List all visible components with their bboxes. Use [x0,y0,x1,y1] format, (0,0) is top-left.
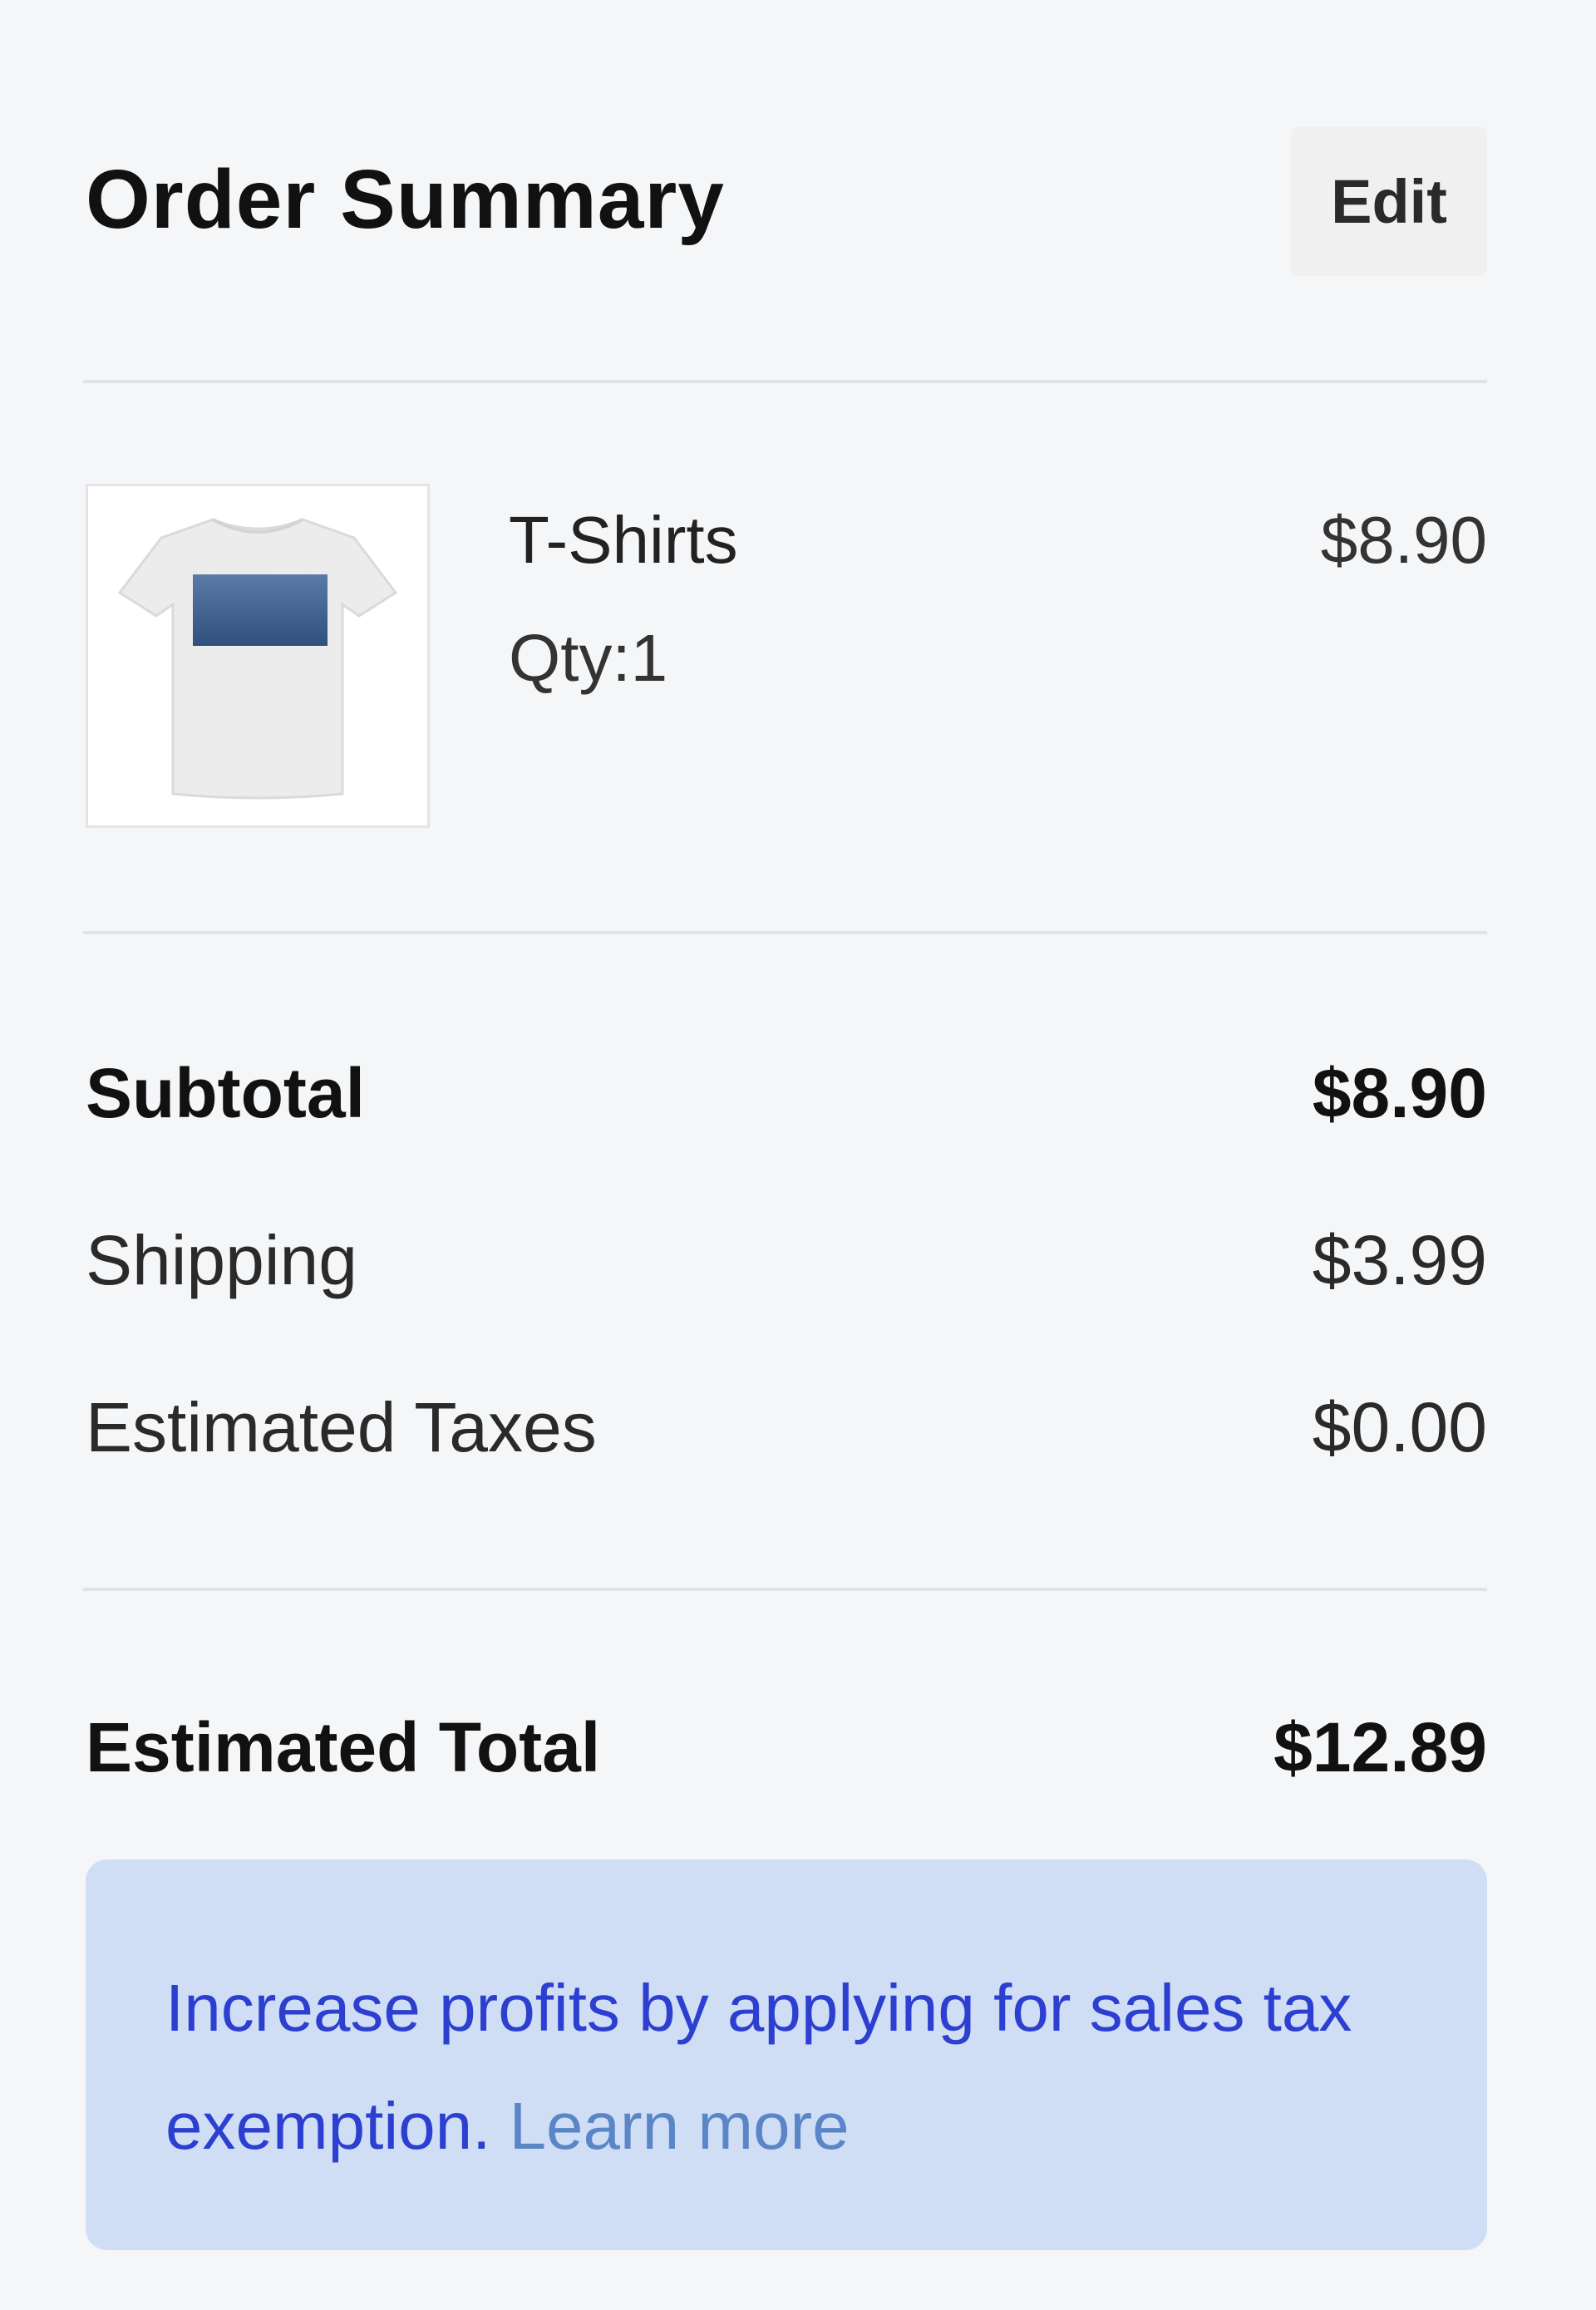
item-quantity: Qty:1 [509,621,668,695]
edit-button[interactable]: Edit [1291,126,1487,276]
shipping-label: Shipping [86,1221,357,1299]
divider [83,931,1487,934]
learn-more-link[interactable]: Learn more [510,2089,850,2163]
notice-text-block: Increase profits by applying for sales t… [165,1949,1407,2185]
subtotal-label: Subtotal [86,1054,365,1132]
total-label: Estimated Total [86,1708,601,1786]
tax-exemption-notice: Increase profits by applying for sales t… [86,1859,1487,2250]
total-value: $12.89 [1273,1708,1487,1786]
shipping-value: $3.99 [1312,1221,1487,1299]
item-name: T-Shirts [509,503,738,577]
taxes-value: $0.00 [1312,1388,1487,1466]
taxes-label: Estimated Taxes [86,1388,597,1466]
order-summary-panel: Order Summary Edit T-Shirts Qty:1 $8.90 … [0,0,1596,2310]
divider [83,380,1487,383]
subtotal-value: $8.90 [1312,1054,1487,1132]
item-price: $8.90 [1320,503,1487,577]
product-thumbnail [86,484,430,828]
divider [83,1588,1487,1591]
page-title: Order Summary [86,153,725,246]
t-shirt-icon [117,518,398,800]
